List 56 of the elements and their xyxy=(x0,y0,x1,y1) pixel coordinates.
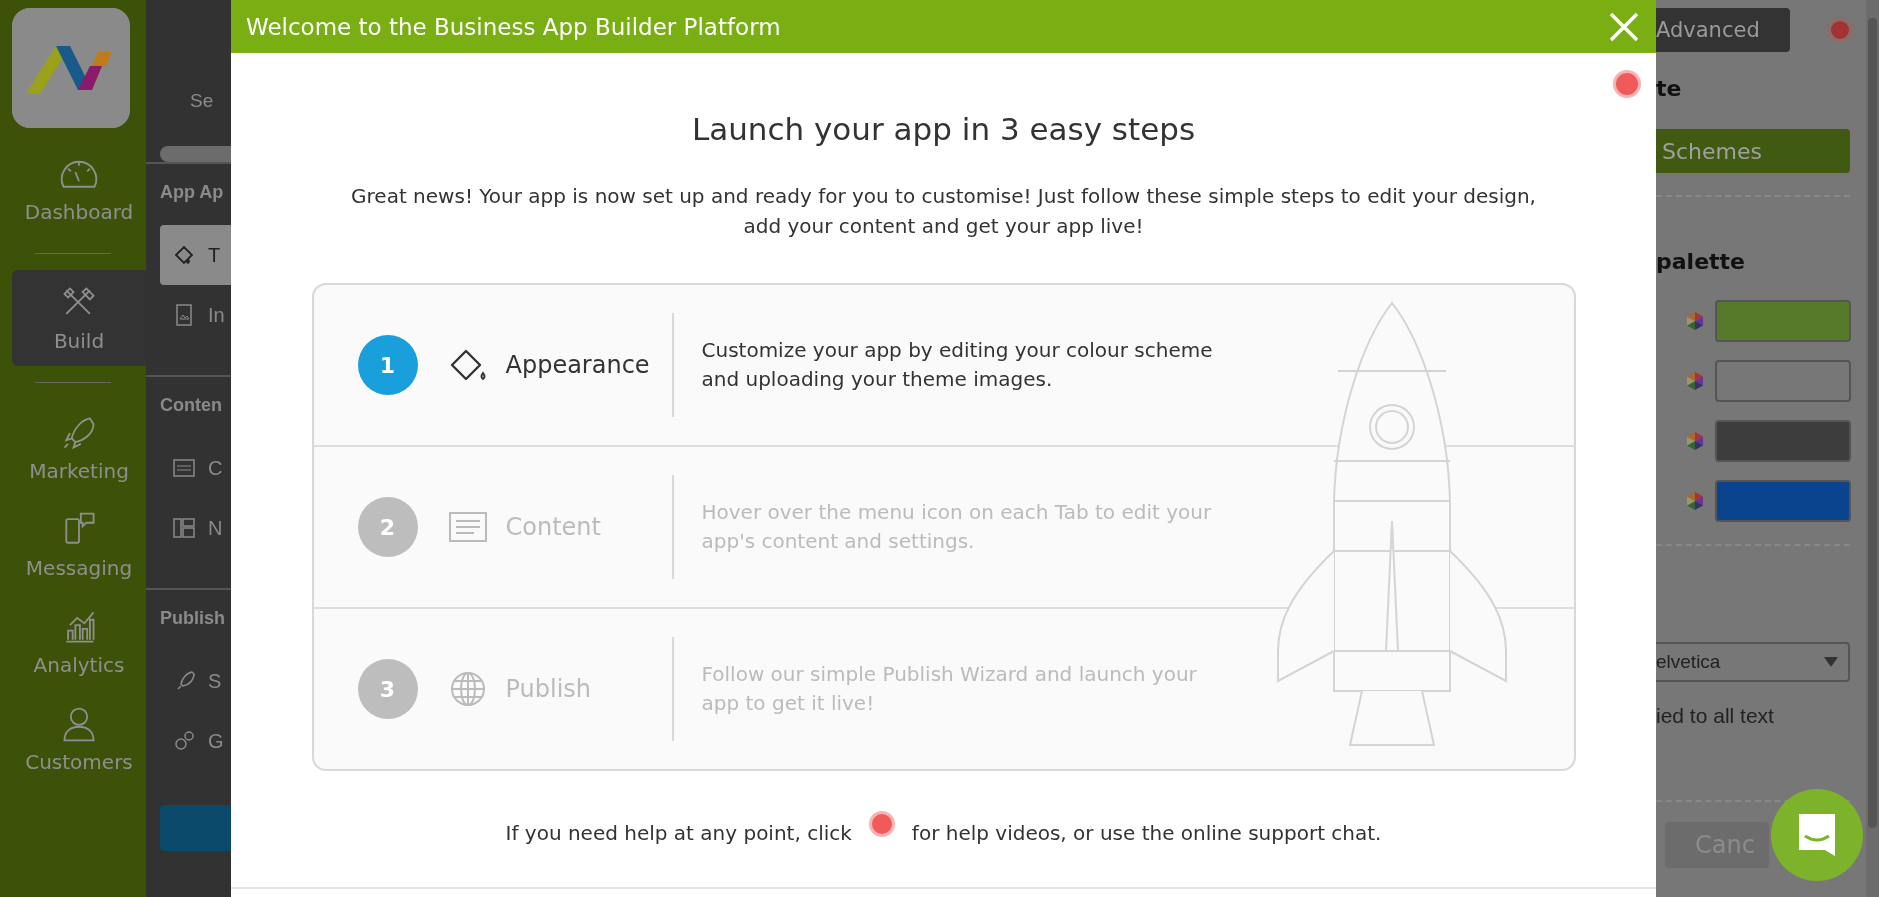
step-label: Appearance xyxy=(505,351,651,379)
modal-heading: Launch your app in 3 easy steps xyxy=(691,111,1196,147)
intro-text: Great news! Your app is now set up and ready for you to customise! Just follow these simple steps to edit your design, add your content and get your app live! xyxy=(350,183,1537,240)
color-swatch[interactable] xyxy=(1715,360,1851,402)
section-heading: App Ap xyxy=(160,182,225,203)
panel-item[interactable]: N xyxy=(160,498,231,558)
section-heading: Conten xyxy=(160,395,223,416)
nav-item[interactable]: Build xyxy=(12,270,146,366)
section-heading: te xyxy=(1656,76,1683,101)
step-label: Content xyxy=(505,513,602,541)
item-icon xyxy=(172,729,196,753)
step-label: Publish xyxy=(505,675,593,703)
step-number: 3 xyxy=(357,659,418,719)
step-description: Follow our simple Publish Wizard and launch your app to get it live! xyxy=(701,661,1198,717)
panel-item[interactable]: C xyxy=(160,438,231,498)
search-field[interactable]: Se xyxy=(190,90,231,112)
color-wheel-icon[interactable] xyxy=(1685,491,1705,511)
panel-item[interactable]: G xyxy=(160,711,231,771)
advanced-button[interactable]: Advanced xyxy=(1656,8,1790,52)
help-text: for help videos, or use the online support chat. xyxy=(911,821,1382,845)
modal-title: Welcome to the Business App Builder Platform xyxy=(246,13,781,40)
caret-icon xyxy=(1824,657,1838,667)
item-icon xyxy=(172,243,196,267)
logo-icon[interactable] xyxy=(12,8,130,128)
nav-item[interactable]: Analytics xyxy=(12,593,146,690)
item-icon xyxy=(172,456,196,480)
panel-item[interactable]: In xyxy=(160,285,231,345)
panel-item[interactable]: S xyxy=(160,651,231,711)
color-swatch[interactable] xyxy=(1715,300,1851,342)
color-swatch[interactable] xyxy=(1715,480,1851,522)
record-icon[interactable] xyxy=(1831,21,1849,39)
color-wheel-icon[interactable] xyxy=(1685,371,1705,391)
schemes-button[interactable]: Schemes xyxy=(1656,129,1850,173)
color-wheel-icon[interactable] xyxy=(1685,431,1705,451)
help-icon[interactable] xyxy=(1616,73,1638,95)
help-icon[interactable] xyxy=(871,814,892,834)
nav-item[interactable]: Customers xyxy=(12,690,146,787)
step-description: Hover over the menu icon on each Tab to edit your app's content and settings. xyxy=(701,499,1213,555)
slider-track[interactable] xyxy=(160,146,231,162)
step-description: Customize your app by editing your colour scheme and uploading your theme images. xyxy=(701,337,1214,393)
step-number: 1 xyxy=(357,335,418,395)
help-text: If you need help at any point, click xyxy=(505,821,852,845)
font-select[interactable]: elvetica xyxy=(1656,642,1850,682)
nav-item[interactable]: Marketing xyxy=(12,399,146,496)
scrollbar[interactable] xyxy=(1866,0,1879,897)
nav-item[interactable]: Dashboard xyxy=(12,140,146,237)
nav-item[interactable]: Messaging xyxy=(12,496,146,593)
close-icon[interactable] xyxy=(1608,10,1640,43)
item-icon xyxy=(172,516,196,540)
color-swatch[interactable] xyxy=(1715,420,1851,462)
color-wheel-icon[interactable] xyxy=(1685,311,1705,331)
panel-item[interactable]: T xyxy=(160,225,231,285)
section-heading: Publish xyxy=(160,608,226,629)
font-note: ied to all text xyxy=(1656,704,1775,728)
step-number: 2 xyxy=(357,497,418,557)
palette-heading: palette xyxy=(1656,249,1746,274)
